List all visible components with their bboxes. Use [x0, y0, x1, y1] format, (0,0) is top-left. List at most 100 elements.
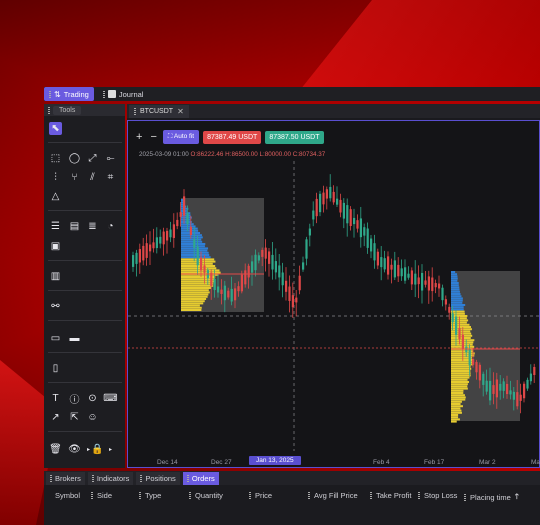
fib-retracement-icon[interactable]: ☰ [49, 220, 62, 233]
parallel-channel-tool-icon[interactable]: ⫽ [86, 171, 99, 184]
text-tool-icon[interactable]: T [49, 392, 62, 405]
column-header-avg-fill-price[interactable]: Avg Fill Price [308, 491, 358, 500]
drag-handle-icon[interactable] [370, 492, 372, 499]
column-header-symbol[interactable]: Symbol [55, 491, 80, 500]
tab-label: Trading [63, 89, 89, 99]
drag-handle-icon[interactable] [91, 474, 94, 482]
column-header-placing-time[interactable]: Placing time 🡑 [464, 491, 519, 504]
vertical-line-tool-icon[interactable]: ⫶ [49, 171, 62, 184]
long-position-tool-icon[interactable]: ▭ [49, 332, 62, 345]
divider [48, 290, 122, 291]
volume-profile-bar [181, 267, 217, 270]
circle-tool-icon[interactable]: ◯ [68, 152, 81, 165]
drag-handle-icon[interactable] [49, 90, 51, 98]
rectangle-tool-icon[interactable]: ⬚ [49, 152, 62, 165]
column-header-quantity[interactable]: Quantity [189, 491, 223, 500]
drag-handle-icon[interactable] [91, 492, 93, 499]
column-header-stop-loss[interactable]: Stop Loss [418, 491, 457, 500]
column-header-price[interactable]: Price [249, 491, 272, 500]
ohlc-date: 2025-03-09 01:00 [139, 151, 189, 158]
chart-canvas[interactable] [128, 121, 539, 467]
time-axis[interactable]: Dec 14 Dec 27 Jan 13, 2025 Feb 4 Feb 17 … [128, 456, 540, 469]
drag-handle-icon[interactable] [139, 492, 141, 499]
volume-profile-bar [451, 398, 466, 401]
zoom-out-button[interactable]: − [148, 131, 158, 143]
tab-orders[interactable]: Orders [182, 471, 219, 485]
drag-handle-icon[interactable] [186, 474, 189, 482]
column-header-type[interactable]: Type [139, 491, 161, 500]
candle-body [305, 239, 308, 259]
candle-body [213, 278, 216, 291]
candle-body [509, 390, 512, 395]
volume-profile-bar [451, 284, 459, 287]
sort-arrow-up-icon[interactable]: 🡑 [515, 491, 519, 504]
note-tool-icon[interactable]: ⓘ [68, 392, 81, 406]
volume-profile-bar [451, 418, 460, 421]
pattern-tool-icon[interactable]: ⚯ [49, 300, 62, 313]
fib-channel-icon[interactable]: ≣ [86, 220, 99, 233]
gann-box-icon[interactable]: ▣ [49, 240, 62, 253]
fork-tool-icon[interactable]: ⑂ [68, 171, 81, 184]
trendline-tool-icon[interactable]: ⤢ [86, 152, 99, 165]
volume-profile-bar [181, 245, 205, 248]
visibility-eye-icon[interactable]: 👁 [68, 443, 81, 456]
candle-body [285, 280, 288, 292]
tab-positions[interactable]: Positions [136, 471, 180, 485]
arrow-marker-tool-icon[interactable]: ⇱ [68, 411, 81, 424]
volume-profile-tool-icon[interactable]: ▥ [49, 270, 62, 283]
emoji-tool-icon[interactable]: ☺ [86, 411, 99, 424]
tab-trading[interactable]: ⇅ Trading [44, 87, 94, 101]
drag-handle-icon[interactable] [102, 90, 105, 98]
tab-indicators[interactable]: Indicators [87, 471, 134, 485]
drag-handle-icon[interactable] [50, 474, 52, 482]
drag-handle-icon[interactable] [189, 492, 191, 499]
close-icon[interactable]: ✕ [177, 107, 184, 116]
box-tool-icon[interactable]: ⌗ [104, 171, 117, 184]
drag-handle-icon[interactable] [308, 492, 310, 499]
volume-profile-bar [181, 240, 203, 243]
candle-body [529, 373, 532, 382]
trash-icon[interactable]: 🗑 [49, 443, 62, 456]
column-label: Symbol [55, 491, 81, 500]
lock-icon[interactable]: 🔒 [91, 443, 104, 456]
fib-fan-icon[interactable]: ◔ [104, 220, 117, 233]
arrow-tool-icon[interactable]: ↗ [49, 411, 62, 424]
zoom-in-button[interactable]: + [134, 131, 144, 143]
tools-tab[interactable]: Tools [53, 105, 82, 115]
price-chart[interactable]: + − ⛶ Auto fit 87387.49 USDT 87387.50 US… [127, 120, 540, 468]
chevron-right-icon[interactable]: ▸ [104, 443, 117, 456]
candle-body [359, 218, 362, 238]
drag-handle-icon[interactable] [140, 474, 143, 482]
candle-body [414, 273, 417, 285]
column-header-side[interactable]: Side [91, 491, 112, 500]
drag-handle-icon[interactable] [418, 492, 420, 499]
column-header-take-profit[interactable]: Take Profit [370, 491, 411, 500]
volume-profile-bar [451, 330, 471, 333]
sell-price-button[interactable]: 87387.49 USDT [203, 130, 262, 144]
tab-btcusdt[interactable]: BTCUSDT ✕ [129, 104, 189, 118]
ruler-tool-icon[interactable]: ▯ [49, 362, 62, 375]
volume-profile-bar [181, 309, 202, 311]
ray-tool-icon[interactable]: ⟜ [104, 152, 117, 165]
short-position-tool-icon[interactable]: ▬ [68, 332, 81, 345]
comment-tool-icon[interactable]: ⊙ [86, 392, 99, 405]
volume-profile-bar [451, 334, 473, 337]
triangle-tool-icon[interactable]: △ [49, 190, 62, 203]
candle-body [155, 237, 158, 249]
fib-extension-icon[interactable]: ▤ [68, 220, 81, 233]
buy-price-button[interactable]: 87387.50 USDT [265, 130, 324, 144]
callout-tool-icon[interactable]: ⌨ [103, 392, 117, 405]
tab-journal[interactable]: Journal [98, 87, 149, 101]
drag-handle-icon[interactable] [249, 492, 251, 499]
drag-handle-icon[interactable] [464, 494, 466, 501]
tab-brokers[interactable]: Brokers [46, 471, 85, 485]
autofit-button[interactable]: ⛶ Auto fit [162, 130, 200, 144]
drag-handle-icon[interactable] [134, 107, 136, 115]
candle-body [356, 220, 359, 229]
candle-body [288, 286, 291, 301]
cursor-tool-icon[interactable]: ⬉ [49, 122, 62, 135]
time-axis-label: Ma [531, 459, 540, 466]
candle-body [434, 283, 437, 288]
candle-body [132, 255, 135, 267]
drag-handle-icon[interactable] [48, 106, 50, 114]
